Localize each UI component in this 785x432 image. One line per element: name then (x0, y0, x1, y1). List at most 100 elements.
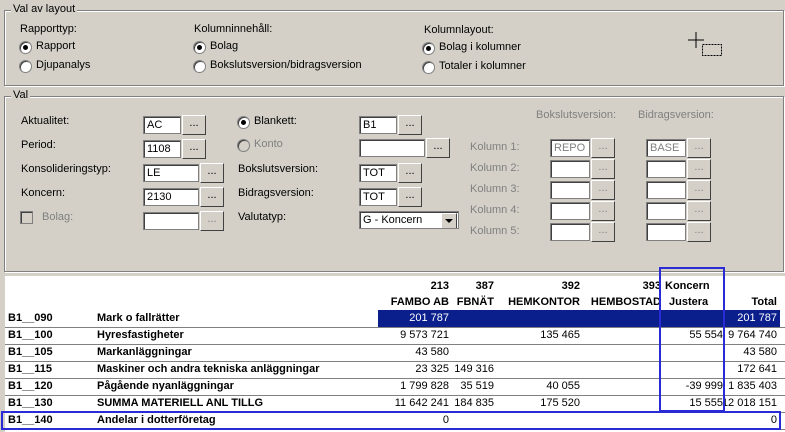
aktualitet-browse-button[interactable]: ... (182, 115, 206, 135)
row-value: 135 465 (540, 329, 580, 341)
radio-djupanalys-label[interactable]: Djupanalys (36, 59, 90, 71)
konsolideringstyp-browse-button[interactable]: ... (200, 163, 224, 183)
blankett-field[interactable]: B1 (359, 116, 397, 134)
konsolideringstyp-label: Konsolideringstyp: (21, 163, 111, 175)
kolumn-2-bokslut-field[interactable] (550, 160, 590, 178)
koncern-label: Koncern: (21, 187, 66, 199)
column-layout-label: Kolumnlayout: (424, 24, 494, 36)
report-grid[interactable]: 213 FAMBO AB 387 FBNÄT 392 HEMKONTOR 393… (1, 267, 785, 432)
period-field[interactable]: 1108 (143, 140, 181, 158)
radio-djupanalys[interactable] (19, 60, 32, 73)
row-140-highlight-box (1, 411, 781, 430)
valutatyp-select[interactable]: G - Koncern (359, 211, 459, 229)
kolumn-3-bokslut-browse-button[interactable]: ... (591, 180, 615, 200)
blankett-browse-button[interactable]: ... (398, 115, 422, 135)
kolumn-3-bidrag-browse-button[interactable]: ... (687, 180, 711, 200)
radio-bokslutsversion-label[interactable]: Bokslutsversion/bidragsversion (210, 59, 362, 71)
layout-groupbox: Val av layout (4, 3, 784, 86)
kolumn-label-2: Kolumn 2: (470, 162, 520, 174)
bokslutsversion-field[interactable]: TOT (359, 164, 397, 182)
row-name: Hyresfastigheter (97, 329, 184, 341)
col-header-name-3: HEMKONTOR (508, 296, 580, 308)
col-header-num-3: 392 (561, 280, 580, 292)
column-content-label: Kolumninnehåll: (194, 23, 273, 35)
konto-browse-button[interactable]: ... (426, 138, 450, 158)
period-browse-button[interactable]: ... (182, 139, 206, 159)
row-value: 43 580 (743, 346, 777, 358)
col-header-num-2: 387 (475, 280, 494, 292)
row-value: 11 642 241 (394, 397, 449, 409)
bokslutsversion-label: Bokslutsversion: (238, 163, 319, 175)
bokslutsversion-browse-button[interactable]: ... (398, 163, 422, 183)
bidragsversion-field[interactable]: TOT (359, 188, 397, 206)
radio-bokslutsversion[interactable] (193, 60, 206, 73)
blankett-label[interactable]: Blankett: (254, 115, 297, 127)
radio-bolag[interactable] (193, 41, 206, 54)
kolumn-3-bidrag-field[interactable] (646, 181, 686, 199)
radio-rapport-label[interactable]: Rapport (36, 40, 75, 52)
kolumn-2-bidrag-field[interactable] (646, 160, 686, 178)
bidragsversion-browse-button[interactable]: ... (398, 187, 422, 207)
kolumn-4-bidrag-browse-button[interactable]: ... (687, 201, 711, 221)
row-name: SUMMA MATERIELL ANL TILLG (97, 397, 264, 409)
row-code: B1__130 (8, 397, 53, 409)
kolumn-1-bidrag-browse-button[interactable]: ... (687, 138, 711, 158)
kolumn-4-bokslut-field[interactable] (550, 202, 590, 220)
kolumn-2-bidrag-browse-button[interactable]: ... (687, 159, 711, 179)
val-group-title: Val (11, 89, 31, 101)
row-value: 40 055 (546, 380, 580, 392)
kolumn-5-bokslut-field[interactable] (550, 223, 590, 241)
radio-bolag-label[interactable]: Bolag (210, 40, 238, 52)
row-code: B1__120 (8, 380, 53, 392)
row-value: 1 835 403 (728, 380, 777, 392)
row-value: 201 787 (409, 312, 449, 324)
row-value: 184 835 (454, 397, 494, 409)
kolumn-5-bokslut-browse-button[interactable]: ... (591, 222, 615, 242)
row-value: 172 641 (737, 363, 777, 375)
row-code: B1__090 (8, 312, 53, 324)
valutatyp-value: G - Koncern (363, 214, 423, 226)
row-name: Mark o fallrätter (97, 312, 180, 324)
row-code: B1__115 (8, 363, 53, 375)
aktualitet-label: Aktualitet: (21, 115, 70, 127)
col-header-num-1: 213 (430, 280, 449, 292)
koncern-field[interactable]: 2130 (143, 188, 199, 206)
valutatyp-label: Valutatyp: (238, 211, 287, 223)
radio-konto[interactable] (237, 139, 250, 152)
kolumn-3-bokslut-field[interactable] (550, 181, 590, 199)
kolumn-4-bokslut-browse-button[interactable]: ... (591, 201, 615, 221)
radio-bolag-i-kolumner[interactable] (422, 42, 435, 55)
radio-bolag-i-kolumner-label[interactable]: Bolag i kolumner (439, 41, 521, 53)
radio-totaler-i-kolumner-label[interactable]: Totaler i kolumner (439, 60, 526, 72)
kolumn-1-bidrag-field[interactable]: BASE (646, 139, 686, 157)
chevron-down-icon[interactable] (441, 213, 457, 228)
konsolideringstyp-field[interactable]: LE (143, 164, 199, 182)
row-code: B1__105 (8, 346, 53, 358)
radio-blankett[interactable] (237, 116, 250, 129)
kolumn-1-bokslut-browse-button[interactable]: ... (591, 138, 615, 158)
koncern-browse-button[interactable]: ... (200, 187, 224, 207)
konto-label[interactable]: Konto (254, 138, 283, 150)
kolumn-5-bidrag-field[interactable] (646, 223, 686, 241)
row-code: B1__100 (8, 329, 53, 341)
kolumn-1-bokslut-field[interactable]: REPO (550, 139, 590, 157)
bolag-browse-button[interactable]: ... (200, 211, 224, 231)
radio-rapport[interactable] (19, 41, 32, 54)
row-value: 9 764 740 (728, 329, 777, 341)
bolag-label: Bolag: (42, 211, 74, 223)
radio-totaler-i-kolumner[interactable] (422, 61, 435, 74)
kolumn-2-bokslut-browse-button[interactable]: ... (591, 159, 615, 179)
row-value: 175 520 (540, 397, 580, 409)
bolag-field[interactable] (143, 212, 199, 230)
konto-field[interactable] (359, 139, 425, 157)
crosshair-cursor-icon (688, 32, 722, 56)
col-header-name-total: Total (751, 296, 777, 308)
row-value: 1 799 828 (400, 380, 449, 392)
bokslut-header: Bokslutsversion: (536, 109, 617, 121)
aktualitet-field[interactable]: AC (143, 116, 181, 134)
kolumn-label-1: Kolumn 1: (470, 141, 520, 153)
kolumn-5-bidrag-browse-button[interactable]: ... (687, 222, 711, 242)
kolumn-4-bidrag-field[interactable] (646, 202, 686, 220)
bolag-checkbox[interactable] (20, 211, 33, 224)
koncern-justera-highlight-box (659, 267, 725, 412)
